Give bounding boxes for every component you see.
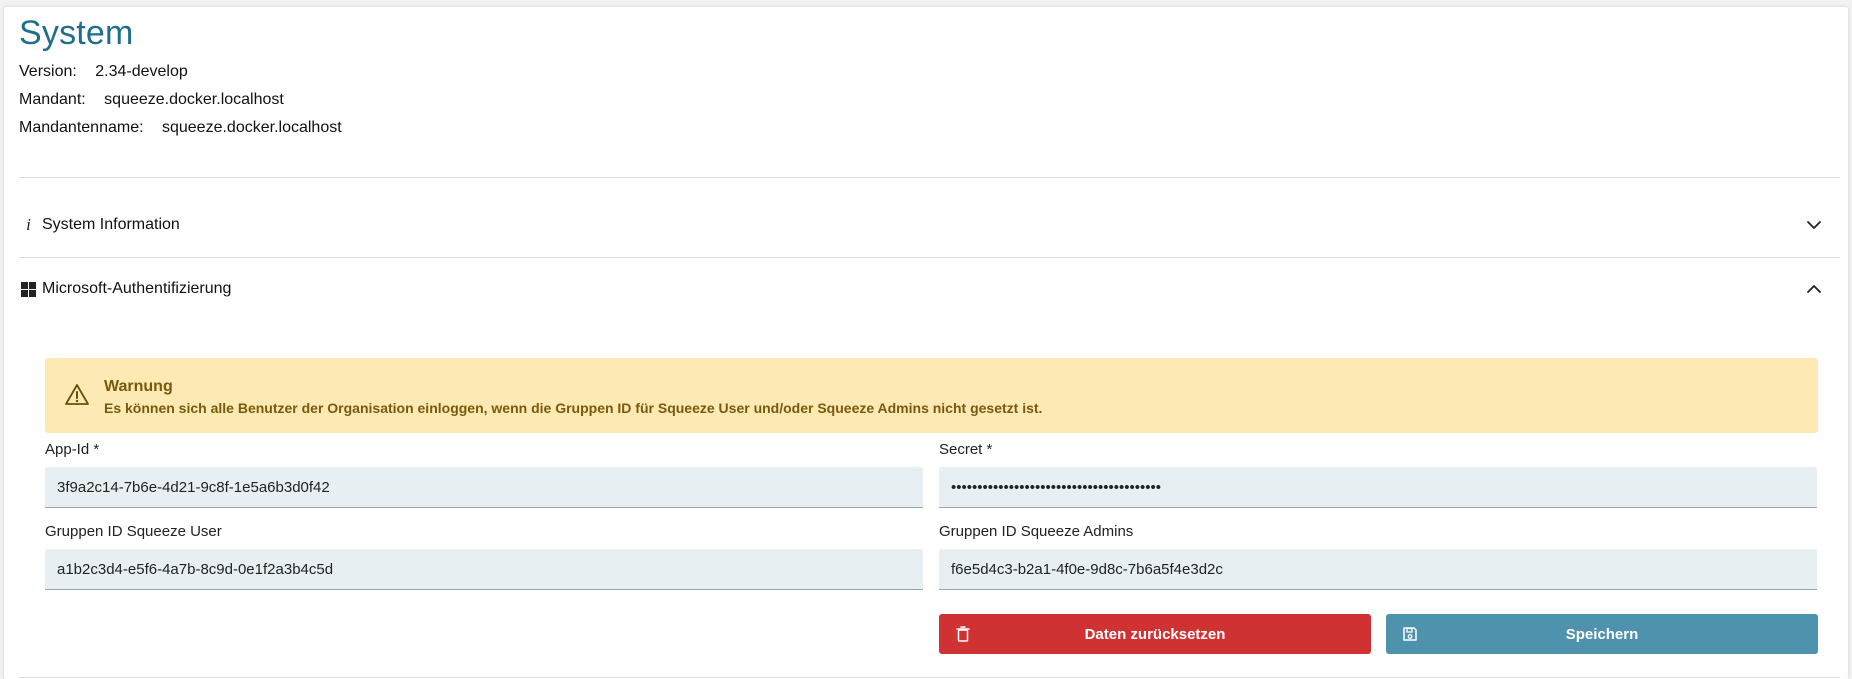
reset-data-label: Daten zurücksetzen (1084, 625, 1226, 643)
windows-icon (19, 280, 38, 299)
version-row: Version: 2.34-develop (19, 63, 188, 81)
user-group-field[interactable] (45, 549, 923, 590)
admin-group-label: Gruppen ID Squeeze Admins (939, 523, 1134, 540)
warning-text: Es können sich alle Benutzer der Organis… (104, 400, 1043, 416)
accordion-label: Microsoft-Authentifizierung (42, 280, 232, 297)
page-title: System (19, 14, 134, 52)
accordion-system-information[interactable]: i System Information (19, 193, 1840, 257)
save-label: Speichern (1565, 625, 1639, 643)
version-value: 2.34-develop (95, 63, 188, 80)
user-group-label: Gruppen ID Squeeze User (45, 523, 222, 540)
trash-icon (956, 626, 970, 642)
app-id-field[interactable] (45, 467, 923, 508)
mandant-value: squeeze.docker.localhost (104, 91, 284, 108)
mandantenname-label: Mandantenname: (19, 119, 144, 136)
save-button[interactable]: Speichern (1386, 614, 1818, 654)
accordion-microsoft-auth[interactable]: Microsoft-Authentifizierung (19, 257, 1840, 321)
chevron-up-icon[interactable] (1804, 279, 1824, 299)
system-card: System Version: 2.34-develop Mandant: sq… (4, 7, 1848, 679)
divider (19, 677, 1840, 678)
warning-alert: Warnung Es können sich alle Benutzer der… (45, 358, 1818, 433)
version-label: Version: (19, 63, 77, 80)
divider (19, 177, 1840, 178)
app-id-label: App-Id * (45, 441, 100, 458)
mandantenname-value: squeeze.docker.localhost (161, 119, 342, 136)
info-icon: i (26, 215, 31, 234)
mandant-label: Mandant: (19, 91, 86, 108)
secret-label: Secret * (939, 441, 993, 458)
chevron-down-icon[interactable] (1804, 215, 1824, 235)
secret-field[interactable] (939, 467, 1817, 508)
mandant-row: Mandant: squeeze.docker.localhost (19, 91, 284, 109)
admin-group-field[interactable] (939, 549, 1817, 590)
mandantenname-row: Mandantenname: squeeze.docker.localhost (19, 119, 342, 137)
warning-title: Warnung (104, 378, 173, 395)
warning-icon (65, 384, 89, 405)
accordion-label: System Information (42, 216, 180, 233)
reset-data-button[interactable]: Daten zurücksetzen (939, 614, 1371, 654)
save-icon (1403, 627, 1417, 641)
